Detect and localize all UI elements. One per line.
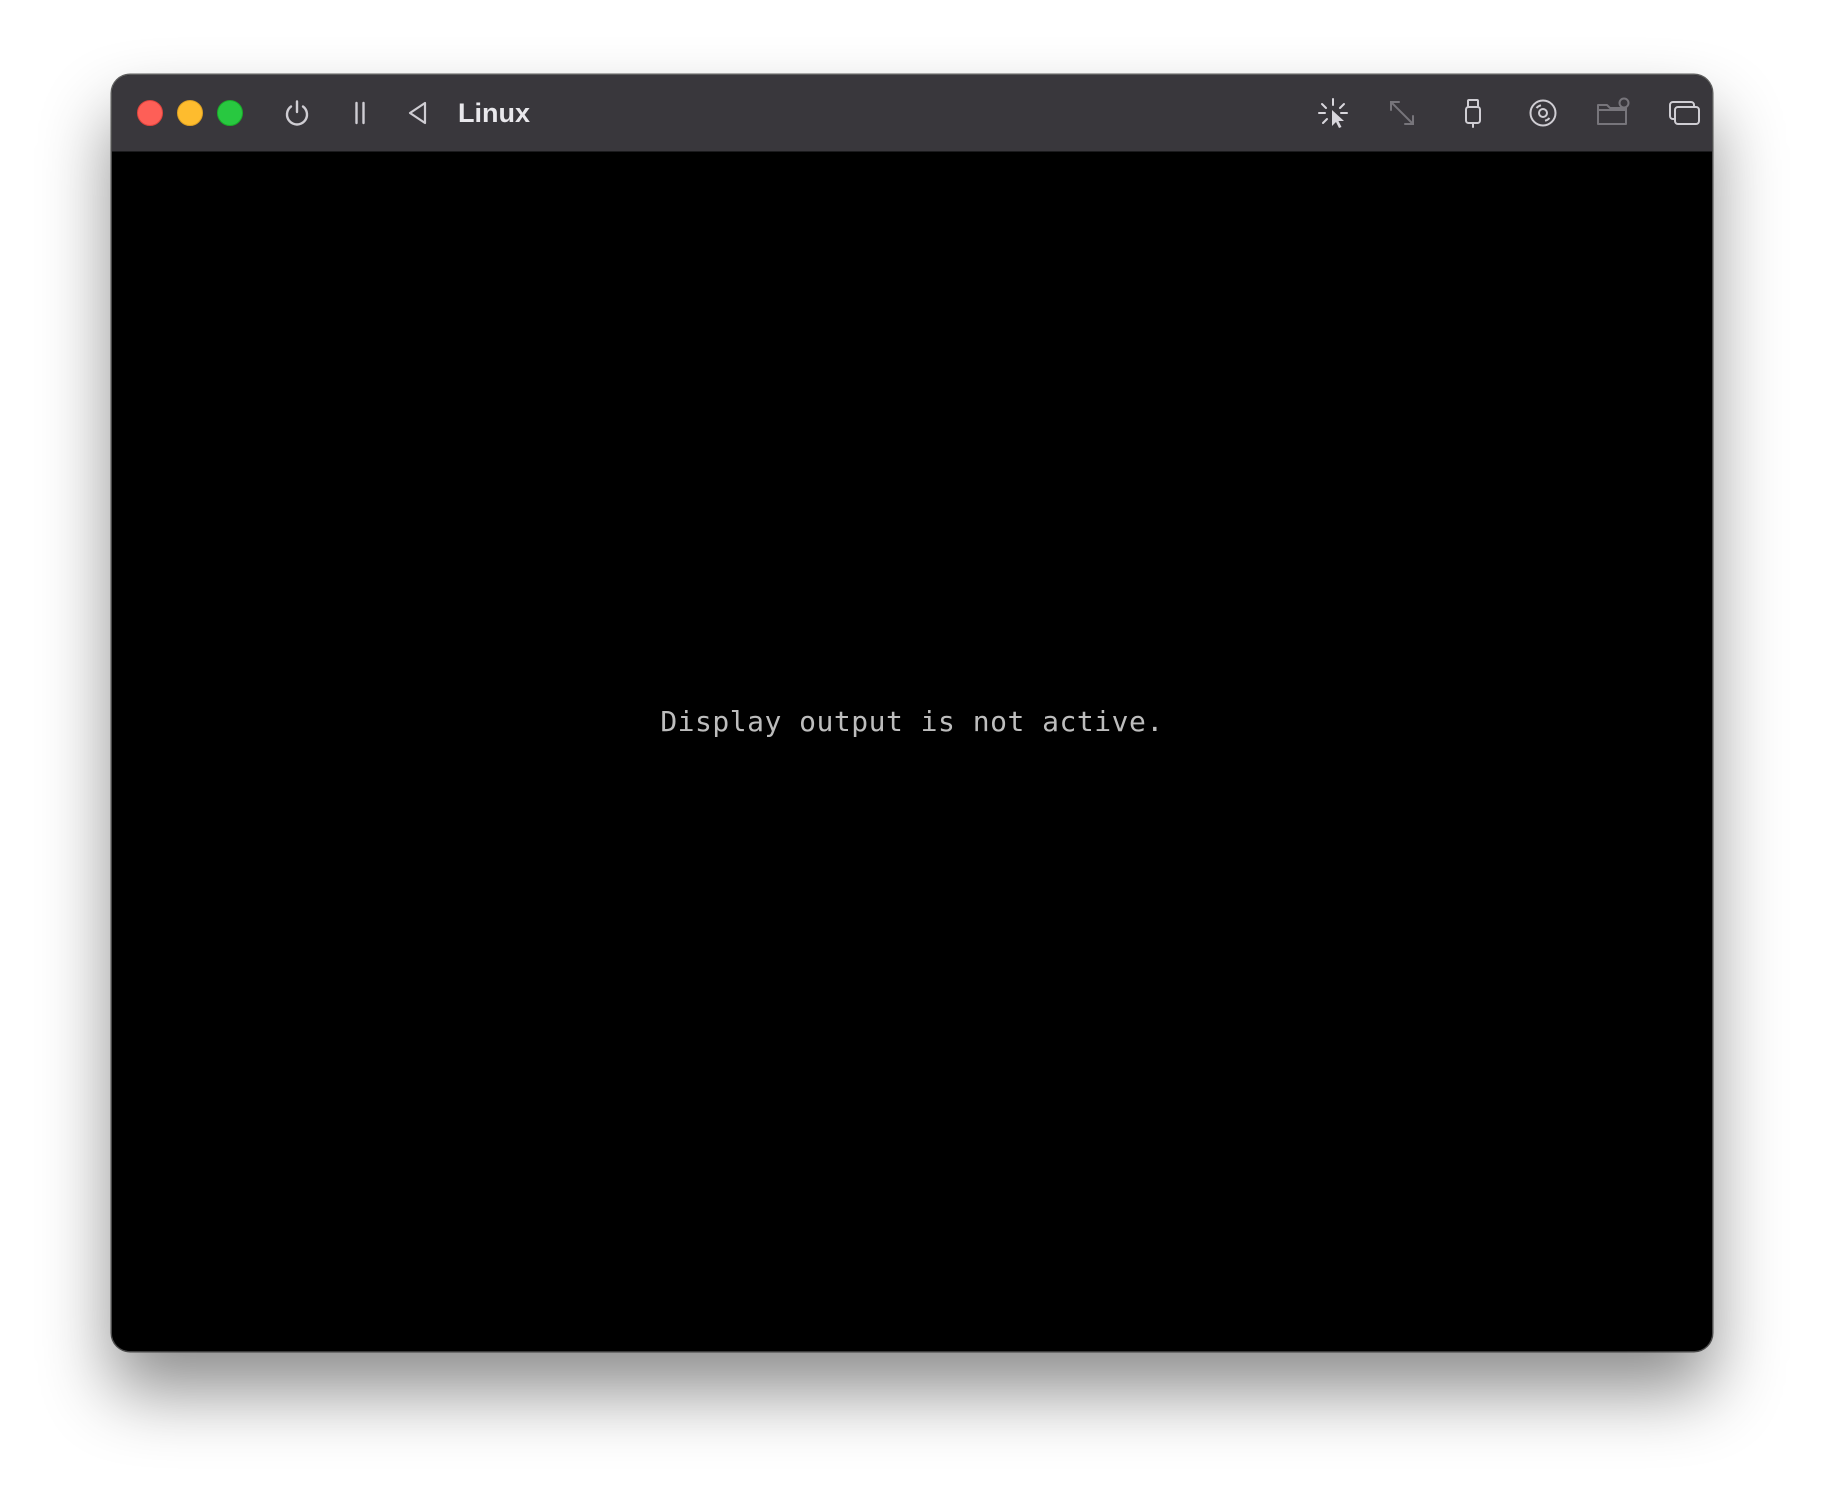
zoom-window-button[interactable]	[217, 100, 243, 126]
pause-icon	[355, 101, 365, 125]
minimize-window-button[interactable]	[177, 100, 203, 126]
title-bar[interactable]: Linux	[112, 75, 1712, 152]
windows-icon	[1669, 101, 1700, 125]
cd-drive-icon	[1529, 99, 1557, 127]
usb-device-button[interactable]	[1453, 93, 1493, 133]
back-triangle-icon	[408, 101, 427, 125]
shared-folder-button[interactable]	[1593, 93, 1633, 133]
capture-input-icon	[1318, 98, 1348, 128]
close-window-button[interactable]	[137, 100, 163, 126]
resize-button[interactable]	[1382, 93, 1422, 133]
window-title: Linux	[458, 98, 530, 128]
vm-display[interactable]: Display output is not active.	[112, 152, 1712, 1351]
capture-input-button[interactable]	[1313, 93, 1353, 133]
windows-button[interactable]	[1664, 93, 1704, 133]
power-button[interactable]	[277, 93, 317, 133]
shared-folder-icon	[1597, 97, 1630, 125]
power-icon	[285, 100, 309, 126]
cd-drive-button[interactable]	[1523, 93, 1563, 133]
back-button[interactable]	[398, 93, 438, 133]
vm-window: Linux Display output is not active.	[112, 75, 1712, 1351]
usb-device-icon	[1465, 99, 1481, 128]
pause-button[interactable]	[340, 93, 380, 133]
display-status-message: Display output is not active.	[660, 705, 1164, 738]
resize-icon	[1390, 101, 1414, 125]
